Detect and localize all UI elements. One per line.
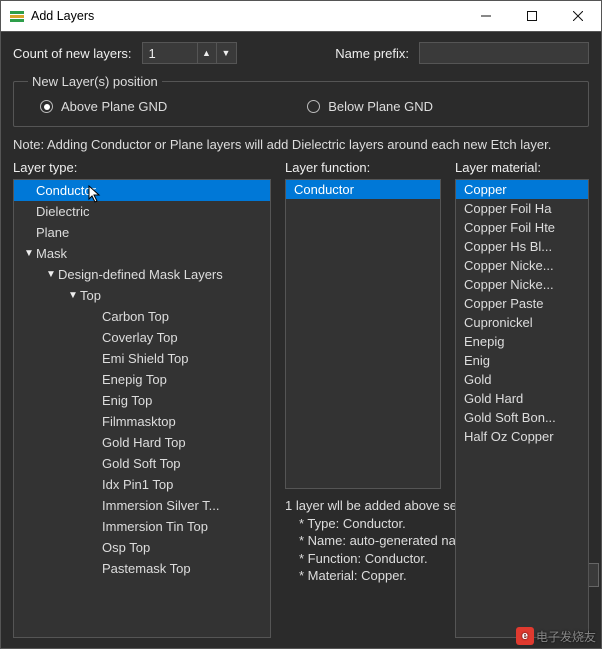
tree-item-label: Gold Soft Top	[102, 456, 181, 471]
app-icon	[9, 8, 25, 24]
tree-item-label: Osp Top	[102, 540, 150, 555]
tree-item-label: Enig Top	[102, 393, 152, 408]
layer-function-item[interactable]: Conductor	[286, 180, 440, 199]
minimize-button[interactable]	[463, 1, 509, 31]
close-button[interactable]	[555, 1, 601, 31]
layer-type-item[interactable]: Carbon Top	[14, 306, 270, 327]
radio-above-label: Above Plane GND	[61, 99, 167, 114]
layer-function-label: Layer function:	[285, 160, 441, 175]
tree-item-label: Pastemask Top	[102, 561, 191, 576]
tree-item-label: Top	[80, 288, 101, 303]
layer-function-list[interactable]: Conductor	[285, 179, 441, 489]
position-group-label: New Layer(s) position	[28, 74, 162, 89]
layer-type-item[interactable]: Conductor	[14, 180, 270, 201]
layer-type-item[interactable]: Filmmasktop	[14, 411, 270, 432]
layer-type-item[interactable]: Coverlay Top	[14, 327, 270, 348]
layer-material-item[interactable]: Copper Paste	[456, 294, 588, 313]
tree-item-label: Dielectric	[36, 204, 89, 219]
layer-material-item[interactable]: Copper Hs Bl...	[456, 237, 588, 256]
count-label: Count of new layers:	[13, 46, 132, 61]
count-up-button[interactable]: ▲	[197, 42, 217, 64]
layer-type-item[interactable]: Enepig Top	[14, 369, 270, 390]
layer-type-item[interactable]: Dielectric	[14, 201, 270, 222]
tree-item-label: Coverlay Top	[102, 330, 178, 345]
layer-type-item[interactable]: Pastemask Top	[14, 558, 270, 579]
radio-below-label: Below Plane GND	[328, 99, 433, 114]
radio-below-plane-gnd[interactable]: Below Plane GND	[307, 99, 433, 114]
layer-material-item[interactable]: Copper Nicke...	[456, 256, 588, 275]
layer-type-item[interactable]: ▼Design-defined Mask Layers	[14, 264, 270, 285]
caret-down-icon[interactable]: ▼	[22, 248, 36, 259]
layer-type-item[interactable]: Emi Shield Top	[14, 348, 270, 369]
layer-type-item[interactable]: Immersion Silver T...	[14, 495, 270, 516]
count-input[interactable]	[142, 42, 197, 64]
layer-material-list[interactable]: CopperCopper Foil HaCopper Foil HteCoppe…	[455, 179, 589, 638]
tree-item-label: Design-defined Mask Layers	[58, 267, 223, 282]
layer-material-label: Layer material:	[455, 160, 589, 175]
caret-down-icon[interactable]: ▼	[44, 269, 58, 280]
layer-type-item[interactable]: ▼Mask	[14, 243, 270, 264]
tree-item-label: Emi Shield Top	[102, 351, 188, 366]
count-spinner[interactable]: ▲ ▼	[142, 42, 237, 64]
layer-material-item[interactable]: Enig	[456, 351, 588, 370]
layer-type-item[interactable]: Idx Pin1 Top	[14, 474, 270, 495]
name-prefix-input[interactable]	[419, 42, 589, 64]
maximize-button[interactable]	[509, 1, 555, 31]
tree-item-label: Immersion Tin Top	[102, 519, 208, 534]
tree-item-label: Idx Pin1 Top	[102, 477, 173, 492]
count-down-button[interactable]: ▼	[217, 42, 237, 64]
layer-type-tree[interactable]: ConductorDielectricPlane▼Mask▼Design-def…	[13, 179, 271, 638]
layer-material-item[interactable]: Gold Soft Bon...	[456, 408, 588, 427]
radio-dot-icon	[40, 100, 53, 113]
layer-material-item[interactable]: Cupronickel	[456, 313, 588, 332]
tree-item-label: Enepig Top	[102, 372, 167, 387]
radio-above-plane-gnd[interactable]: Above Plane GND	[40, 99, 167, 114]
note-text: Note: Adding Conductor or Plane layers w…	[13, 137, 589, 152]
layer-type-item[interactable]: Enig Top	[14, 390, 270, 411]
tree-item-label: Mask	[36, 246, 67, 261]
tree-item-label: Filmmasktop	[102, 414, 176, 429]
layer-type-item[interactable]: Gold Hard Top	[14, 432, 270, 453]
caret-down-icon[interactable]: ▼	[66, 290, 80, 301]
layer-type-label: Layer type:	[13, 160, 271, 175]
titlebar: Add Layers	[1, 1, 601, 32]
layer-material-item[interactable]: Copper Foil Hte	[456, 218, 588, 237]
tree-item-label: Immersion Silver T...	[102, 498, 220, 513]
layer-material-item[interactable]: Half Oz Copper	[456, 427, 588, 446]
layer-material-item[interactable]: Enepig	[456, 332, 588, 351]
tree-item-label: Conductor	[36, 183, 96, 198]
radio-dot-icon	[307, 100, 320, 113]
layer-material-item[interactable]: Copper Foil Ha	[456, 199, 588, 218]
layer-type-item[interactable]: ▼Top	[14, 285, 270, 306]
tree-item-label: Gold Hard Top	[102, 435, 186, 450]
tree-item-label: Carbon Top	[102, 309, 169, 324]
window-title: Add Layers	[31, 9, 463, 23]
layer-material-item[interactable]: Gold	[456, 370, 588, 389]
tree-item-label: Plane	[36, 225, 69, 240]
layer-material-item[interactable]: Copper Nicke...	[456, 275, 588, 294]
layer-material-item[interactable]: Gold Hard	[456, 389, 588, 408]
layer-type-item[interactable]: Immersion Tin Top	[14, 516, 270, 537]
layer-type-item[interactable]: Plane	[14, 222, 270, 243]
name-prefix-label: Name prefix:	[335, 46, 409, 61]
layer-type-item[interactable]: Gold Soft Top	[14, 453, 270, 474]
layer-type-item[interactable]: Osp Top	[14, 537, 270, 558]
layer-material-item[interactable]: Copper	[456, 180, 588, 199]
position-group: New Layer(s) position Above Plane GND Be…	[13, 74, 589, 127]
